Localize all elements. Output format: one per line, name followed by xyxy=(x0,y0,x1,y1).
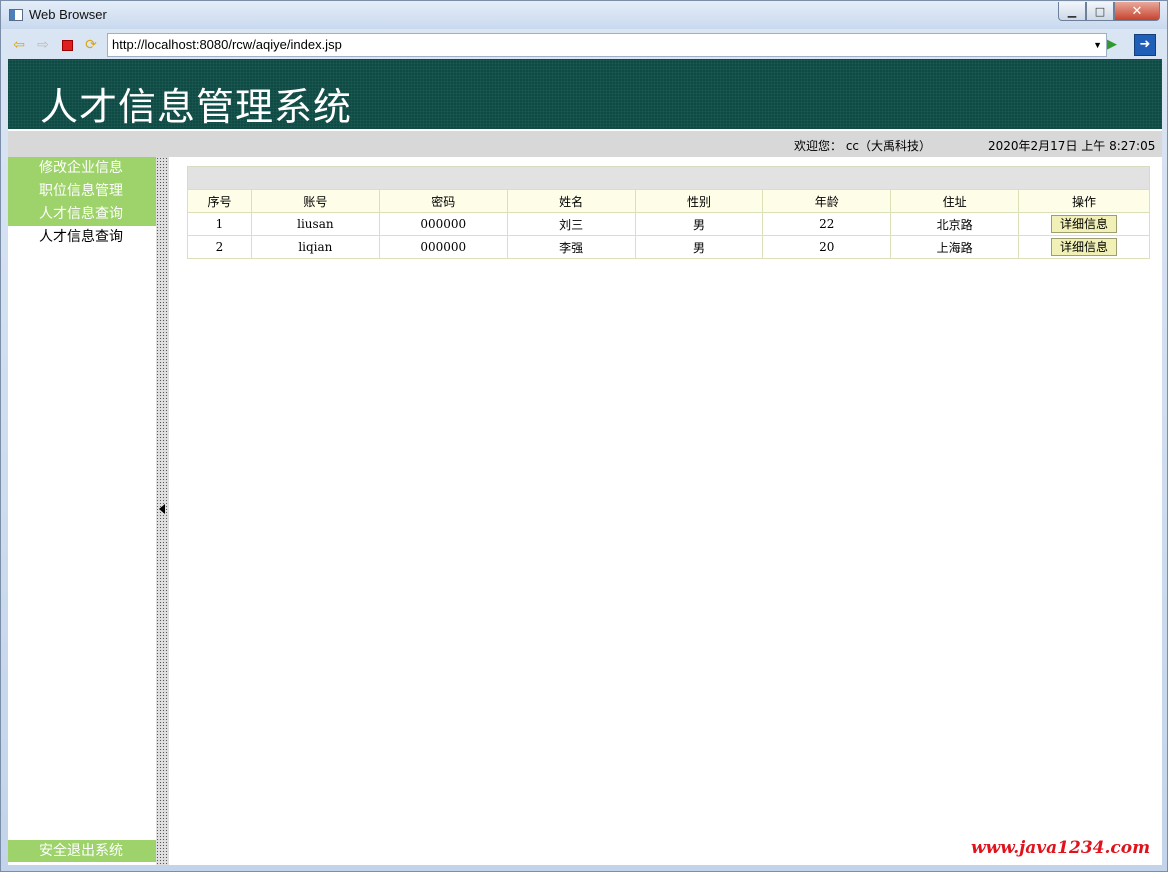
browser-toolbar: ⇦ ⇨ ⟳ http://localhost:8080/rcw/aqiye/in… xyxy=(7,31,1161,59)
table-header-row: 序号 账号 密码 姓名 性别 年龄 住址 操作 xyxy=(187,189,1150,213)
address-bar[interactable]: http://localhost:8080/rcw/aqiye/index.js… xyxy=(107,33,1107,57)
column-header: 操作 xyxy=(1018,189,1150,213)
column-header: 账号 xyxy=(250,189,380,213)
info-bar: 欢迎您： cc（大禹科技） 2020年2月17日 上午 8:27:05 xyxy=(8,131,1162,157)
watermark-text: www.java1234.com xyxy=(971,838,1151,858)
column-header: 性别 xyxy=(634,189,764,213)
exit-icon[interactable]: ➜ xyxy=(1134,34,1156,56)
detail-button[interactable]: 详细信息 xyxy=(1051,215,1118,233)
maximize-icon[interactable]: □ xyxy=(1086,2,1114,21)
sidebar-item-edit-company[interactable]: 修改企业信息 xyxy=(8,157,156,180)
column-header: 年龄 xyxy=(762,189,892,213)
sidebar-item-logout[interactable]: 安全退出系统 xyxy=(8,840,156,862)
sidebar-item-talent-query[interactable]: 人才信息查询 xyxy=(8,203,156,226)
browser-window: Web Browser ▁ □ ✕ ⇦ ⇨ ⟳ http://localhost… xyxy=(0,0,1168,872)
cell-no: 2 xyxy=(187,235,252,259)
table-row: 2 liqian 000000 李强 男 20 上海路 详细信息 xyxy=(187,235,1150,259)
title-bar: Web Browser ▁ □ ✕ xyxy=(1,1,1167,29)
back-arrow-icon[interactable]: ⇦ xyxy=(11,37,27,53)
close-icon[interactable]: ✕ xyxy=(1114,2,1160,21)
cell-address: 上海路 xyxy=(890,235,1020,259)
page-title: 人才信息管理系统 xyxy=(40,85,353,129)
page-header: 人才信息管理系统 xyxy=(8,59,1162,129)
cell-name: 李强 xyxy=(506,235,636,259)
cell-no: 1 xyxy=(187,212,252,236)
column-header: 姓名 xyxy=(506,189,636,213)
collapse-arrow-icon[interactable] xyxy=(159,504,165,514)
cell-age: 22 xyxy=(762,212,892,236)
refresh-icon[interactable]: ⟳ xyxy=(83,37,99,53)
detail-button[interactable]: 详细信息 xyxy=(1051,238,1118,256)
cell-name: 刘三 xyxy=(506,212,636,236)
column-header: 密码 xyxy=(378,189,508,213)
sidebar-subitem-talent-query[interactable]: 人才信息查询 xyxy=(8,226,156,249)
cell-age: 20 xyxy=(762,235,892,259)
minimize-icon[interactable]: ▁ xyxy=(1058,2,1086,21)
sidebar: 修改企业信息 职位信息管理 人才信息查询 人才信息查询 安全退出系统 xyxy=(8,157,156,865)
window-icon xyxy=(9,9,23,21)
welcome-text: 欢迎您： cc（大禹科技） xyxy=(794,139,932,153)
cell-gender: 男 xyxy=(634,235,764,259)
cell-action: 详细信息 xyxy=(1018,235,1150,259)
column-header: 序号 xyxy=(187,189,252,213)
forward-arrow-icon[interactable]: ⇨ xyxy=(35,37,51,53)
sidebar-item-job-management[interactable]: 职位信息管理 xyxy=(8,180,156,203)
stop-icon[interactable] xyxy=(59,37,75,53)
talent-table: 序号 账号 密码 姓名 性别 年龄 住址 操作 1 liusan 000000 xyxy=(187,189,1150,259)
column-header: 住址 xyxy=(890,189,1020,213)
page-viewport: 人才信息管理系统 欢迎您： cc（大禹科技） 2020年2月17日 上午 8:2… xyxy=(8,59,1162,865)
table-row: 1 liusan 000000 刘三 男 22 北京路 详细信息 xyxy=(187,212,1150,236)
cell-gender: 男 xyxy=(634,212,764,236)
main-content: 序号 账号 密码 姓名 性别 年龄 住址 操作 1 liusan 000000 xyxy=(187,166,1150,259)
cell-password: 000000 xyxy=(378,235,508,259)
chevron-down-icon[interactable]: ▼ xyxy=(1093,34,1102,56)
cell-address: 北京路 xyxy=(890,212,1020,236)
datetime-text: 2020年2月17日 上午 8:27:05 xyxy=(988,139,1156,153)
sidebar-splitter[interactable] xyxy=(156,157,169,865)
url-text: http://localhost:8080/rcw/aqiye/index.js… xyxy=(112,37,342,52)
go-arrow-icon[interactable]: ▶ xyxy=(1107,37,1117,52)
table-caption-bar xyxy=(187,166,1150,189)
cell-account: liusan xyxy=(250,212,380,236)
window-controls: ▁ □ ✕ xyxy=(1058,2,1160,21)
window-title: Web Browser xyxy=(29,7,107,22)
cell-account: liqian xyxy=(250,235,380,259)
cell-action: 详细信息 xyxy=(1018,212,1150,236)
cell-password: 000000 xyxy=(378,212,508,236)
